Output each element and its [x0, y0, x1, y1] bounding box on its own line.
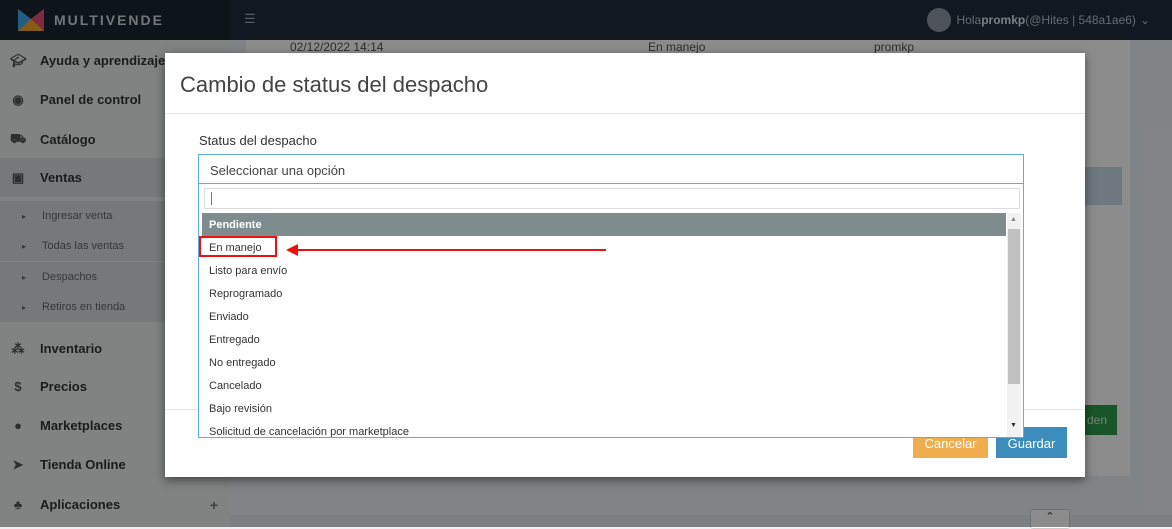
option-enviado[interactable]: Enviado	[202, 305, 1006, 328]
option-no-entregado[interactable]: No entregado	[202, 351, 1006, 374]
status-dropdown: Pendiente En manejo Listo para envío Rep…	[198, 184, 1024, 438]
status-field-label: Status del despacho	[199, 133, 317, 148]
select-placeholder: Seleccionar una opción	[210, 163, 346, 178]
option-label: No entregado	[209, 357, 276, 369]
option-label: Bajo revisión	[209, 403, 272, 415]
option-entregado[interactable]: Entregado	[202, 328, 1006, 351]
option-label: Solicitud de cancelación por marketplace	[209, 426, 409, 437]
dropdown-search-input[interactable]	[204, 188, 1020, 209]
status-select[interactable]: Seleccionar una opción	[198, 154, 1024, 184]
option-reprogramado[interactable]: Reprogramado	[202, 282, 1006, 305]
option-bajo-revision[interactable]: Bajo revisión	[202, 397, 1006, 420]
scrollbar-thumb[interactable]	[1008, 229, 1020, 384]
option-label: Listo para envío	[209, 265, 288, 277]
scroll-down-arrow-icon[interactable]: ▼	[1010, 422, 1017, 429]
modal-header-divider	[165, 113, 1085, 114]
option-label: Reprogramado	[209, 288, 283, 300]
annotation-arrowhead-icon	[286, 244, 298, 256]
option-pendiente[interactable]: Pendiente	[202, 213, 1006, 236]
dropdown-scrollbar[interactable]: ▲ ▼	[1007, 213, 1021, 437]
option-label: Cancelado	[209, 380, 262, 392]
text-caret	[211, 192, 212, 205]
option-en-manejo[interactable]: En manejo	[202, 236, 1006, 259]
annotation-arrow	[296, 249, 606, 251]
option-label: Enviado	[209, 311, 249, 323]
annotation-highlight-box	[199, 236, 277, 257]
option-solicitud-cancelacion[interactable]: Solicitud de cancelación por marketplace	[202, 420, 1006, 437]
option-label: Entregado	[209, 334, 260, 346]
option-cancelado[interactable]: Cancelado	[202, 374, 1006, 397]
scroll-up-arrow-icon[interactable]: ▲	[1010, 216, 1017, 223]
option-label: Pendiente	[209, 219, 262, 231]
modal-title: Cambio de status del despacho	[180, 72, 489, 97]
option-listo-para-envio[interactable]: Listo para envío	[202, 259, 1006, 282]
